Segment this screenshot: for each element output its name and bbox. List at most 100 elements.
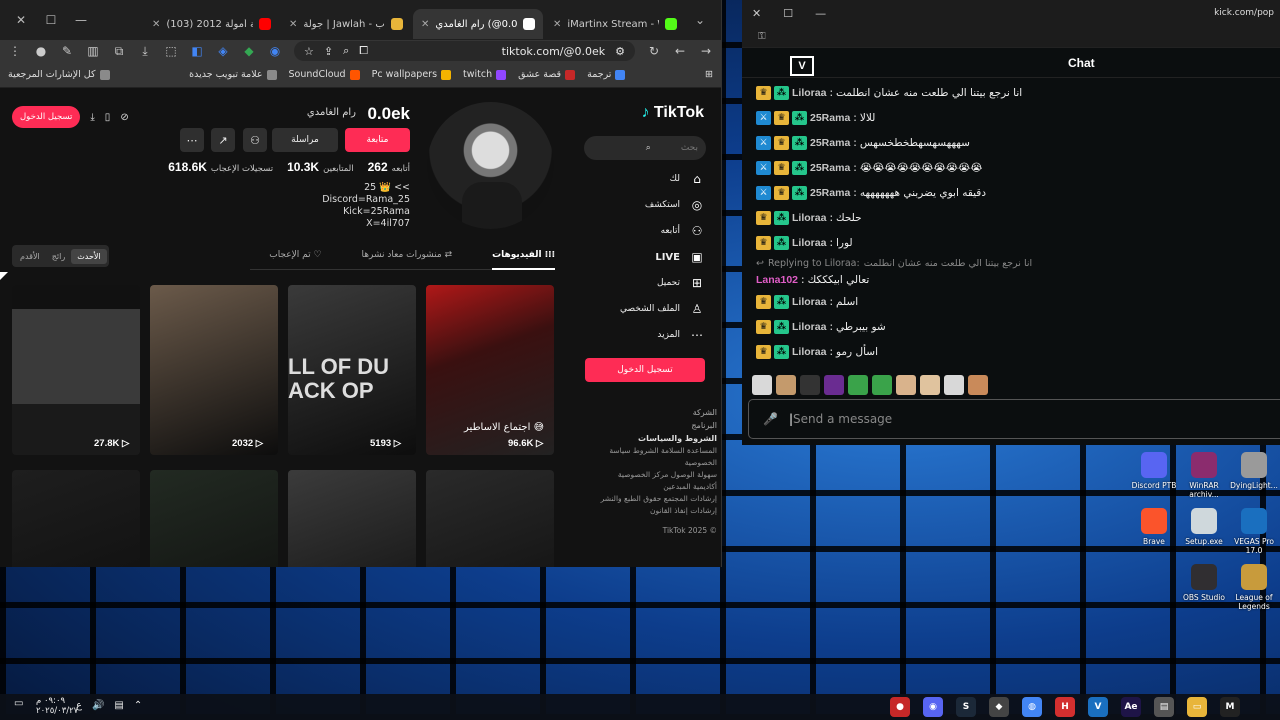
key-icon[interactable]: ⚿ [758,31,766,42]
sort-option[interactable]: الأحدث [71,248,107,264]
app-files-icon[interactable]: ▤ [1154,697,1174,717]
profile-tab[interactable]: منشورات معاد نشرها ⇄ [362,246,453,270]
coins-icon[interactable]: ⊘ [120,112,128,123]
more-options-icon[interactable]: ⋯ [180,128,204,152]
chat-username[interactable]: 25Rama [810,112,850,124]
sidebar-nav-item[interactable]: LIVE ▣ [655,250,704,264]
app-h-icon[interactable]: H [1055,697,1075,717]
forward-icon[interactable]: → [699,44,713,58]
phone-icon[interactable]: ▯ [105,112,111,123]
bookmark-item[interactable]: SoundCloud [289,69,360,80]
sidebar-nav-item[interactable]: المزيد ⋯ [657,328,704,342]
browser-tab[interactable]: ✕ (103) مقدمة أمولة 2012 - [144,9,279,39]
translate-icon[interactable]: ◧ [190,44,204,58]
adblock-icon[interactable]: ◆ [242,44,256,58]
app-game-icon[interactable]: ◆ [989,697,1009,717]
browser-tab[interactable]: ✕ رام الغامدي (@0.0ek) | Tok [413,9,543,39]
desktop-icon[interactable]: League of Legends [1226,564,1280,611]
extensions-icon[interactable]: ⧉ [112,44,126,59]
video-thumbnail[interactable] [12,470,140,567]
taskbar-clock[interactable]: ٠٩:٠٩ م ٢٠٢٥/٠٣/٢٧ [36,696,78,716]
footer-terms[interactable]: الشروط والسياسات [592,432,717,445]
desktop-icon[interactable]: WinRAR archiv... [1176,452,1232,499]
chat-username[interactable]: Liloraa [792,296,826,308]
emote-icon[interactable] [896,375,916,395]
video-thumbnail[interactable]: LL OF DU ACK OP 5193 ▷ [288,285,416,455]
tab-close-icon[interactable]: ✕ [289,19,297,30]
steam-icon[interactable]: S [956,697,976,717]
video-thumbnail[interactable]: 2032 ▷ [150,285,278,455]
sound-icon[interactable]: ◉ [268,44,282,58]
chat-username[interactable]: Liloraa [792,237,826,249]
followers-stat[interactable]: 10.3K المتابعين [287,160,354,174]
chat-username[interactable]: 25Rama [810,187,850,199]
emote-icon[interactable] [872,375,892,395]
chrome-icon[interactable]: ◍ [1022,697,1042,717]
chat-username[interactable]: Liloraa [792,87,826,99]
network-icon[interactable]: ▤ [114,700,123,711]
footer-program[interactable]: البرنامج [592,419,717,432]
top-login-button[interactable]: تسجيل الدخول [12,106,81,128]
profile-tab[interactable]: تم الإعجاب ♡ [269,246,321,270]
chat-message-input[interactable]: 🎤 | Send a message [748,399,1280,439]
desktop-icon[interactable]: DyingLight... [1226,452,1280,490]
sidebar-nav-item[interactable]: أتابعه ⚇ [661,224,704,238]
video-thumbnail[interactable]: 27.8K ▷ [12,285,140,455]
sidebar-icon[interactable]: ▥ [86,44,100,58]
apps-grid-icon[interactable]: ⊞ [705,69,713,80]
tab-close-icon[interactable]: ✕ [152,19,160,30]
back-icon[interactable]: ← [673,44,687,58]
bookmark-star-icon[interactable]: ☆ [304,45,314,58]
close-window-icon[interactable]: ✕ [6,13,36,27]
footer-link[interactable]: المساعدة السلامة الشروط سياسة الخصوصية [592,445,717,469]
microphone-icon[interactable]: 🎤 [763,412,778,426]
sidebar-nav-item[interactable]: الملف الشخصي ♙ [620,302,704,316]
suggested-accounts-icon[interactable]: ⚇ [243,128,267,152]
video-thumbnail[interactable]: اجتماع الاساطير 😅 96.6K ▷ [426,285,554,455]
url-bar[interactable]: ☆ ⇪ ⌕ ⧠ tiktok.com/@0.0ek ⚙ [294,41,635,61]
emote-icon[interactable] [752,375,772,395]
maximize-window-icon[interactable]: ☐ [783,7,793,20]
reload-icon[interactable]: ↻ [647,44,661,58]
chat-username[interactable]: 25Rama [810,162,850,174]
bookmark-item[interactable]: قصة عشق [518,69,576,80]
app-red-icon[interactable]: ● [890,697,910,717]
volume-icon[interactable]: 🔊 [92,700,104,711]
after-effects-icon[interactable]: Ae [1121,697,1141,717]
browser-tab[interactable]: ✕ iMartinx Stream - Watch Liv [545,9,685,39]
desktop-icon[interactable]: Setup.exe [1176,508,1232,546]
tiktok-logo[interactable]: ♪ TikTok [641,104,704,122]
tab-close-icon[interactable]: ✕ [553,19,561,30]
bookmark-all[interactable]: كل الإشارات المرجعية [8,69,110,80]
chat-username[interactable]: Liloraa [792,212,826,224]
close-window-icon[interactable]: ✕ [752,7,761,20]
following-stat[interactable]: 262 أتابعه [368,160,410,174]
extension-icon[interactable]: ✎ [60,44,74,58]
footer-link[interactable]: إرشادات المجتمع حقوق الطبع والنشر [592,493,717,505]
search-input[interactable]: ⌕ بحث [584,136,706,160]
bookmark-item[interactable]: Pc wallpapers [372,69,452,80]
bookmark-item[interactable]: twitch [463,69,507,80]
desktop-icon[interactable]: Discord PTB [1126,452,1182,490]
emote-icon[interactable] [848,375,868,395]
cast-icon[interactable]: ⧠ [359,44,368,58]
share-icon[interactable]: ↗ [211,128,235,152]
browser-tab[interactable]: ✕ جولة | Jawlah - منصة الألعاب [281,9,411,39]
share-icon[interactable]: ⇪ [324,45,333,58]
sort-option[interactable]: رائج [46,249,71,264]
video-thumbnail[interactable] [288,470,416,567]
explorer-icon[interactable]: ▭ [1187,697,1207,717]
download-icon[interactable]: ⤓ [90,112,94,123]
shield-icon[interactable]: ◈ [216,44,230,58]
desktop-icon[interactable]: VEGAS Pro 17.0 [1226,508,1280,555]
zoom-icon[interactable]: ⌕ [343,44,349,58]
footer-company[interactable]: الشركة [592,406,717,419]
site-settings-icon[interactable]: ⚙ [615,45,625,58]
chat-username[interactable]: 25Rama [810,137,850,149]
sidebar-nav-item[interactable]: استكشف ◎ [645,198,704,212]
sidebar-nav-item[interactable]: تحميل ⊞ [657,276,704,290]
emote-icon[interactable] [968,375,988,395]
emote-icon[interactable] [944,375,964,395]
chat-username[interactable]: Liloraa [792,321,826,333]
language-indicator[interactable]: ع [76,700,82,711]
